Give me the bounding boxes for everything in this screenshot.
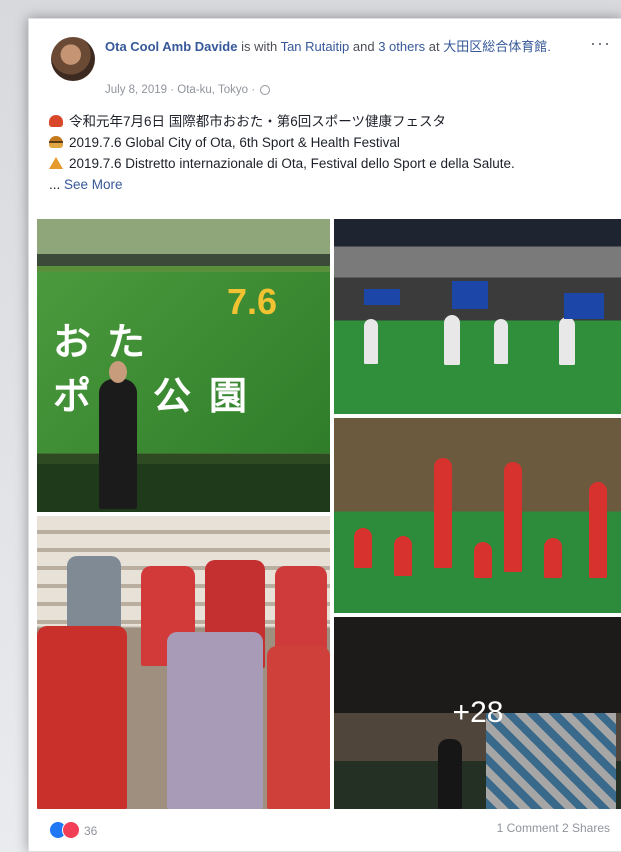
post-text: 令和元年7月6日 国際都市おおた・第6回スポーツ健康フェスタ 2019.7.6 … [49,111,614,195]
shares-count-link[interactable]: 2 Shares [562,821,610,835]
photo-1-char-4: 公 [153,374,192,418]
reactions[interactable]: 36 [49,821,97,839]
post-header: Ota Cool Amb Davide is with Tan Rutaitip… [51,33,611,103]
burger-emoji-icon [49,136,63,148]
love-icon [62,821,80,839]
photo-1-char-3: ポ [53,374,92,418]
photo-2-flag [452,281,488,309]
post-stats: 1 Comment 2 Shares [497,821,610,835]
photo-4[interactable] [37,516,330,809]
photo-2-performer [444,315,460,365]
post-card: Ota Cool Amb Davide is with Tan Rutaitip… [28,18,621,852]
photo-3-pyramid [589,482,607,578]
see-more-link[interactable]: See More [64,177,123,192]
place-link[interactable]: 大田区総合体育館. [443,39,551,54]
photo-3-cheerleader [544,538,562,578]
photo-4-person [167,632,263,809]
text-line-3-content: 2019.7.6 Distretto internazionale di Ota… [69,156,515,171]
photo-2-performer [494,319,508,364]
photo-1-date: 7.6 [227,281,278,322]
reaction-count: 36 [84,824,98,838]
photo-4-person [37,626,127,809]
more-photos-count[interactable]: +28 [334,617,621,809]
tagged-person-link[interactable]: Tan Rutaitip [281,39,350,54]
with-text: is with [241,39,278,54]
photo-1-person-head [109,361,127,383]
meta-separator: · [170,84,175,96]
more-options-button[interactable]: ··· [590,33,611,54]
avatar[interactable] [51,37,95,81]
post-date[interactable]: July 8, 2019 [105,84,167,96]
post-footer: 36 1 Comment 2 Shares [49,821,614,843]
text-line-1-content: 令和元年7月6日 国際都市おおた・第6回スポーツ健康フェスタ [69,114,447,129]
at-text: at [428,39,440,54]
photo-2-performer [364,319,378,364]
photo-1-char-5: 園 [209,374,248,418]
text-line-2: 2019.7.6 Global City of Ota, 6th Sport &… [49,132,614,153]
photo-4-person [267,646,330,809]
photo-1-char-1: お [53,320,92,364]
photo-1-hedge [37,464,330,512]
pizza-emoji-icon [49,157,63,169]
post-location[interactable]: Ota-ku, Tokyo [177,84,248,96]
photo-2-flag [364,289,400,305]
photo-2-performer [559,317,575,365]
photo-3-pyramid [504,462,522,572]
photo-3-cheerleader [474,542,492,578]
photo-1[interactable]: お た ポ 公 園 7.6 [37,219,330,512]
text-line-2-content: 2019.7.6 Global City of Ota, 6th Sport &… [69,135,400,150]
photo-3-cheerleader [394,536,412,576]
globe-icon[interactable] [260,85,271,95]
text-line-4: ... See More [49,174,614,195]
ellipsis: ... [49,177,61,192]
photo-grid: お た ポ 公 園 7.6 +28 [37,219,621,809]
post-headline: Ota Cool Amb Davide is with Tan Rutaitip… [105,39,575,55]
comments-count-link[interactable]: 1 Comment [497,821,559,835]
others-link[interactable]: 3 others [378,39,425,54]
meta-separator-2: · [251,84,256,96]
photo-5[interactable]: +28 [334,617,621,809]
sushi-emoji-icon [49,115,63,127]
photo-1-person [99,379,137,509]
and-text: and [352,39,375,54]
photo-3-cheerleader [354,528,372,568]
text-line-3: 2019.7.6 Distretto internazionale di Ota… [49,153,614,174]
post-meta: July 8, 2019 · Ota-ku, Tokyo · [105,84,271,96]
photo-3[interactable] [334,418,621,613]
photo-1-char-2: た [107,320,146,364]
text-line-1: 令和元年7月6日 国際都市おおた・第6回スポーツ健康フェスタ [49,111,614,132]
photo-3-pyramid [434,458,452,568]
photo-2-flag [564,293,604,319]
photo-2[interactable] [334,219,621,414]
author-link[interactable]: Ota Cool Amb Davide [105,39,237,54]
